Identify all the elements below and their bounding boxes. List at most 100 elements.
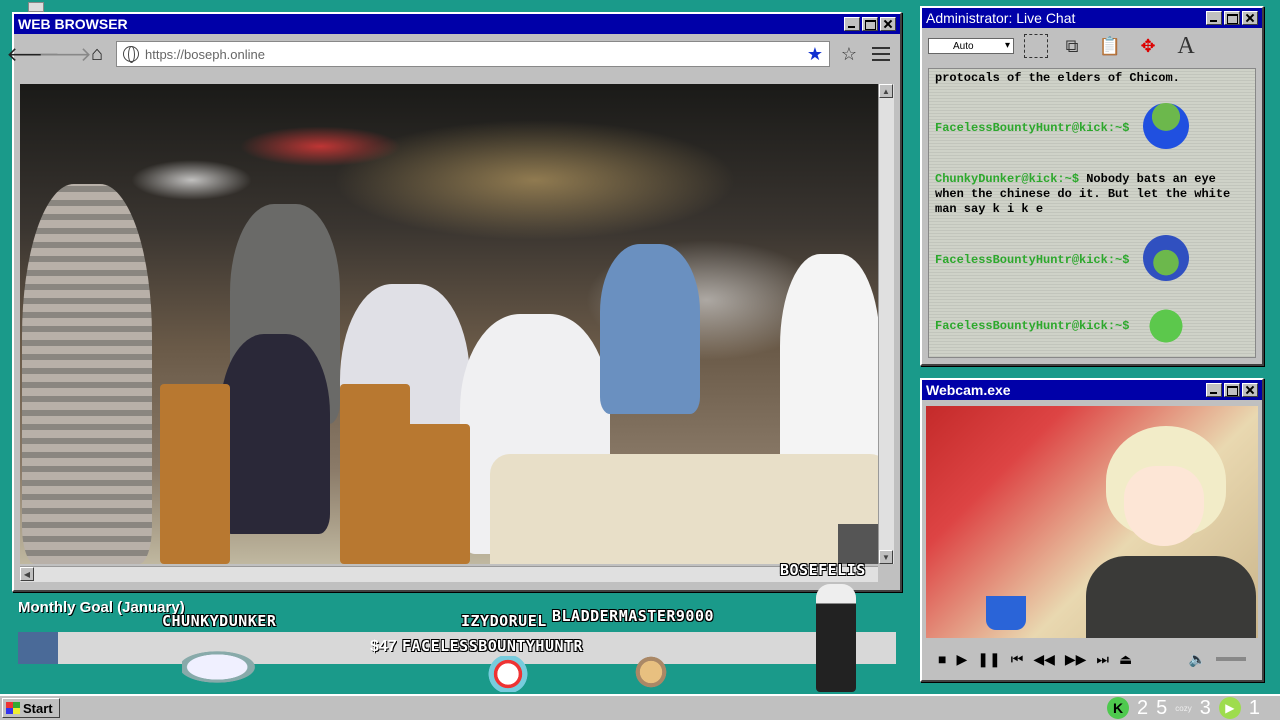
avatar-body	[1086, 556, 1256, 638]
video-figure	[780, 254, 878, 484]
bookmark-star-icon[interactable]: ★	[807, 44, 823, 65]
tray-count: 2	[1137, 696, 1149, 719]
start-button[interactable]: Start	[2, 698, 60, 718]
browser-title: WEB BROWSER	[18, 16, 128, 32]
play-circle-icon[interactable]: ▶	[1218, 697, 1241, 719]
select-tool-icon[interactable]	[1024, 34, 1048, 58]
windows-logo-icon	[6, 702, 20, 714]
scroll-down-icon[interactable]: ▼	[879, 550, 893, 564]
blue-frog-emote	[1143, 103, 1189, 149]
tray-count: 3	[1199, 696, 1211, 719]
font-icon[interactable]: A	[1172, 32, 1200, 60]
viewer-name-tag: IZYDORUEL	[461, 612, 547, 630]
digimon-sprite	[182, 645, 270, 689]
webcam-view	[926, 406, 1258, 638]
system-tray: K 2 5 cozy 3 ▶ 1	[1107, 696, 1260, 720]
forward-arrow-icon[interactable]: 🡒	[38, 41, 92, 67]
volume-icon[interactable]: 🔈	[1189, 651, 1206, 668]
fast-forward-icon[interactable]: ▶▶	[1065, 651, 1087, 668]
favorites-star-icon[interactable]: ☆	[836, 41, 862, 67]
close-button[interactable]	[1242, 11, 1258, 25]
maximize-button[interactable]	[862, 17, 878, 31]
video-figure	[22, 184, 152, 564]
start-label: Start	[23, 700, 53, 716]
close-button[interactable]	[880, 17, 896, 31]
pepe-emote	[1143, 303, 1189, 349]
media-controls: ■ ▶ ❚❚ ⏮ ◀◀ ▶▶ ⏭ ⏏ 🔈	[926, 644, 1258, 674]
minimize-button[interactable]	[1206, 11, 1222, 25]
video-figure	[220, 334, 330, 534]
chat-username[interactable]: FacelessBountyHuntr@kick:~$	[935, 319, 1129, 333]
globe-icon	[123, 46, 139, 63]
browser-window: WEB BROWSER 🡐 🡒 ⌂ https://boseph.online …	[6, 12, 902, 592]
chat-message: FacelessBountyHuntr@kick:~$	[935, 319, 1249, 334]
browser-toolbar: 🡐 🡒 ⌂ https://boseph.online ★ ☆	[6, 34, 900, 74]
video-chair	[390, 424, 470, 564]
eject-icon[interactable]: ⏏	[1119, 651, 1132, 668]
tray-count: 1	[1248, 696, 1260, 719]
move-icon[interactable]: ✥	[1134, 32, 1162, 60]
kick-icon[interactable]: K	[1107, 697, 1130, 719]
cozy-label: cozy	[1175, 703, 1192, 713]
wizard-frog-emote	[1143, 235, 1189, 281]
goal-amount: $47	[370, 638, 397, 655]
stop-icon[interactable]: ■	[938, 651, 946, 667]
minimize-button[interactable]	[1206, 383, 1222, 397]
desktop-icon[interactable]	[28, 2, 44, 12]
chat-title: Administrator: Live Chat	[926, 10, 1076, 26]
goal-progress-fill	[18, 632, 58, 664]
skip-back-icon[interactable]: ⏮	[1011, 651, 1024, 668]
minimize-button[interactable]	[844, 17, 860, 31]
browser-titlebar[interactable]: WEB BROWSER	[14, 14, 900, 34]
video-table	[490, 454, 878, 564]
character-sprite	[816, 584, 856, 692]
chat-message: FacelessBountyHuntr@kick:~$	[935, 253, 1249, 268]
pokemon-sprite	[478, 656, 528, 692]
message-text: protocals of the elders of Chicom.	[935, 71, 1180, 85]
video-figure	[600, 244, 700, 414]
skip-forward-icon[interactable]: ⏭	[1096, 651, 1109, 668]
chat-username[interactable]: ChunkyDunker@kick:~$	[935, 172, 1079, 186]
video-viewport[interactable]	[20, 84, 878, 564]
copy-icon[interactable]: ⧉	[1058, 32, 1086, 60]
address-bar[interactable]: https://boseph.online ★	[116, 41, 830, 67]
chat-message: ChunkyDunker@kick:~$ Nobody bats an eye …	[935, 172, 1249, 217]
rewind-icon[interactable]: ◀◀	[1033, 651, 1055, 668]
webcam-title: Webcam.exe	[926, 382, 1011, 398]
pause-icon[interactable]: ❚❚	[977, 651, 1000, 668]
tray-count: 5	[1156, 696, 1168, 719]
menu-icon[interactable]	[868, 41, 894, 67]
chat-titlebar[interactable]: Administrator: Live Chat	[922, 8, 1262, 28]
home-icon[interactable]: ⌂	[84, 41, 110, 67]
scroll-left-icon[interactable]: ◀	[20, 567, 34, 581]
maximize-button[interactable]	[1224, 11, 1240, 25]
streamer-thumbnail	[838, 524, 878, 564]
webcam-window: Webcam.exe ■ ▶ ❚❚ ⏮ ◀◀ ▶▶ ⏭ ⏏ 🔈	[920, 378, 1264, 682]
scroll-up-icon[interactable]: ▲	[879, 84, 893, 98]
viewer-name-tag: FACELESSBOUNTYHUNTR	[402, 637, 584, 655]
play-icon[interactable]: ▶	[956, 651, 967, 668]
chat-message: FacelessBountyHuntr@kick:~$	[935, 121, 1249, 136]
goal-title: Monthly Goal (January)	[18, 599, 185, 616]
webcam-titlebar[interactable]: Webcam.exe	[922, 380, 1262, 400]
viewer-name-tag: BLADDERMASTER9000	[552, 607, 715, 625]
chat-toolbar: Auto ⧉ 📋 ✥ A	[922, 28, 1262, 64]
url-text[interactable]: https://boseph.online	[145, 47, 801, 62]
mug-image	[986, 596, 1026, 630]
close-button[interactable]	[1242, 383, 1258, 397]
horizontal-scrollbar[interactable]: ◀	[20, 566, 878, 582]
vertical-scrollbar[interactable]: ▲ ▼	[878, 84, 894, 564]
chat-log[interactable]: protocals of the elders of Chicom. Facel…	[928, 68, 1256, 358]
chat-username[interactable]: FacelessBountyHuntr@kick:~$	[935, 253, 1129, 267]
avatar	[1124, 466, 1204, 546]
chat-username[interactable]: FacelessBountyHuntr@kick:~$	[935, 121, 1129, 135]
video-chair	[160, 384, 230, 564]
viewer-name-tag: CHUNKYDUNKER	[162, 612, 277, 630]
volume-slider[interactable]	[1216, 657, 1246, 661]
maximize-button[interactable]	[1224, 383, 1240, 397]
paste-icon[interactable]: 📋	[1096, 32, 1124, 60]
taskbar: Start K 2 5 cozy 3 ▶ 1	[0, 694, 1280, 720]
streamer-name-tag: BOSEFELIS	[780, 561, 866, 579]
warrior-sprite	[632, 652, 670, 692]
font-size-select[interactable]: Auto	[928, 38, 1014, 54]
